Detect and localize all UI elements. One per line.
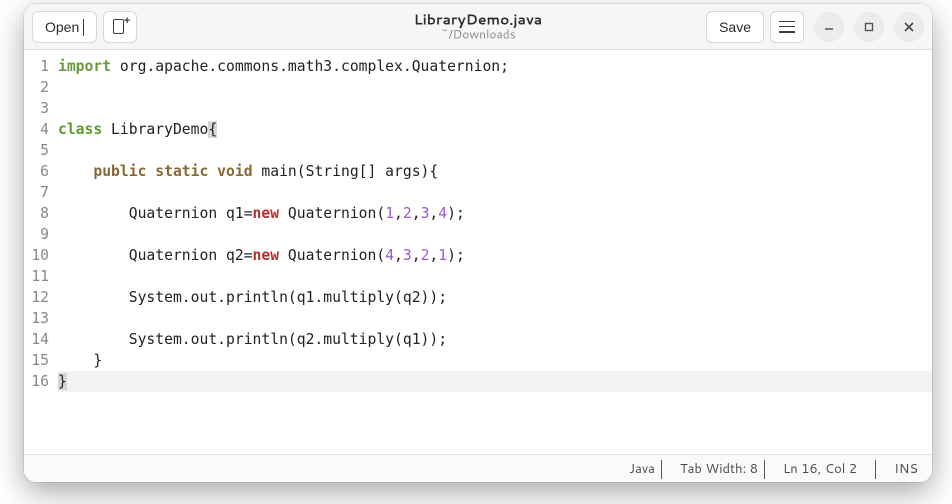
line-number: 3 xyxy=(24,98,49,119)
menu-button[interactable] xyxy=(770,11,804,43)
code-line: Quaternion q2=new Quaternion(4,3,2,1); xyxy=(58,245,932,266)
open-button[interactable]: Open xyxy=(32,11,97,43)
line-number: 7 xyxy=(24,182,49,203)
tab-width-selector[interactable]: Tab Width: 8 xyxy=(680,460,765,478)
code-line: } xyxy=(58,371,932,392)
code-line: public static void main(String[] args){ xyxy=(58,161,932,182)
line-number: 10 xyxy=(24,245,49,266)
minimize-button[interactable] xyxy=(814,12,844,42)
line-number: 2 xyxy=(24,77,49,98)
line-number: 16 xyxy=(24,371,49,392)
line-number: 4 xyxy=(24,119,49,140)
chevron-down-icon xyxy=(661,460,662,478)
titlebar: Open LibraryDemo.java ~/Downloads Save xyxy=(24,4,932,50)
open-label: Open xyxy=(45,19,79,35)
save-button[interactable]: Save xyxy=(706,11,764,43)
line-number: 8 xyxy=(24,203,49,224)
maximize-icon xyxy=(863,21,875,33)
new-tab-button[interactable] xyxy=(103,11,137,43)
code-line xyxy=(58,224,932,245)
line-number-gutter: 12345678910111213141516 xyxy=(24,50,54,454)
code-line xyxy=(58,77,932,98)
hamburger-icon xyxy=(779,21,795,33)
maximize-button[interactable] xyxy=(854,12,884,42)
code-line xyxy=(58,182,932,203)
line-number: 9 xyxy=(24,224,49,245)
line-number: 6 xyxy=(24,161,49,182)
code-line xyxy=(58,266,932,287)
cursor-position[interactable]: Ln 16, Col 2 xyxy=(783,460,857,478)
line-number: 14 xyxy=(24,329,49,350)
line-number: 15 xyxy=(24,350,49,371)
line-number: 1 xyxy=(24,56,49,77)
code-line: import org.apache.commons.math3.complex.… xyxy=(58,56,932,77)
code-line: class LibraryDemo{ xyxy=(58,119,932,140)
code-line: System.out.println(q2.multiply(q1)); xyxy=(58,329,932,350)
chevron-down-icon xyxy=(875,460,876,478)
editor-window: Open LibraryDemo.java ~/Downloads Save xyxy=(24,4,932,482)
code-line xyxy=(58,98,932,119)
window-subtitle: ~/Downloads xyxy=(414,28,542,41)
language-selector[interactable]: Java xyxy=(629,460,662,478)
line-number: 13 xyxy=(24,308,49,329)
insert-mode[interactable]: INS xyxy=(894,460,918,478)
new-document-icon xyxy=(112,19,128,35)
status-bar: Java Tab Width: 8 Ln 16, Col 2 INS xyxy=(24,454,932,482)
code-content[interactable]: import org.apache.commons.math3.complex.… xyxy=(54,50,932,454)
line-number: 11 xyxy=(24,266,49,287)
code-line: Quaternion q1=new Quaternion(1,2,3,4); xyxy=(58,203,932,224)
position-chevron[interactable] xyxy=(875,460,876,478)
line-number: 5 xyxy=(24,140,49,161)
chevron-down-icon xyxy=(764,460,765,478)
code-line xyxy=(58,308,932,329)
code-line: } xyxy=(58,350,932,371)
line-number: 12 xyxy=(24,287,49,308)
close-icon xyxy=(903,21,915,33)
code-editor[interactable]: 12345678910111213141516 import org.apach… xyxy=(24,50,932,454)
minimize-icon xyxy=(823,21,835,33)
code-line xyxy=(58,140,932,161)
close-button[interactable] xyxy=(894,12,924,42)
code-line: System.out.println(q1.multiply(q2)); xyxy=(58,287,932,308)
chevron-down-icon xyxy=(83,19,84,35)
